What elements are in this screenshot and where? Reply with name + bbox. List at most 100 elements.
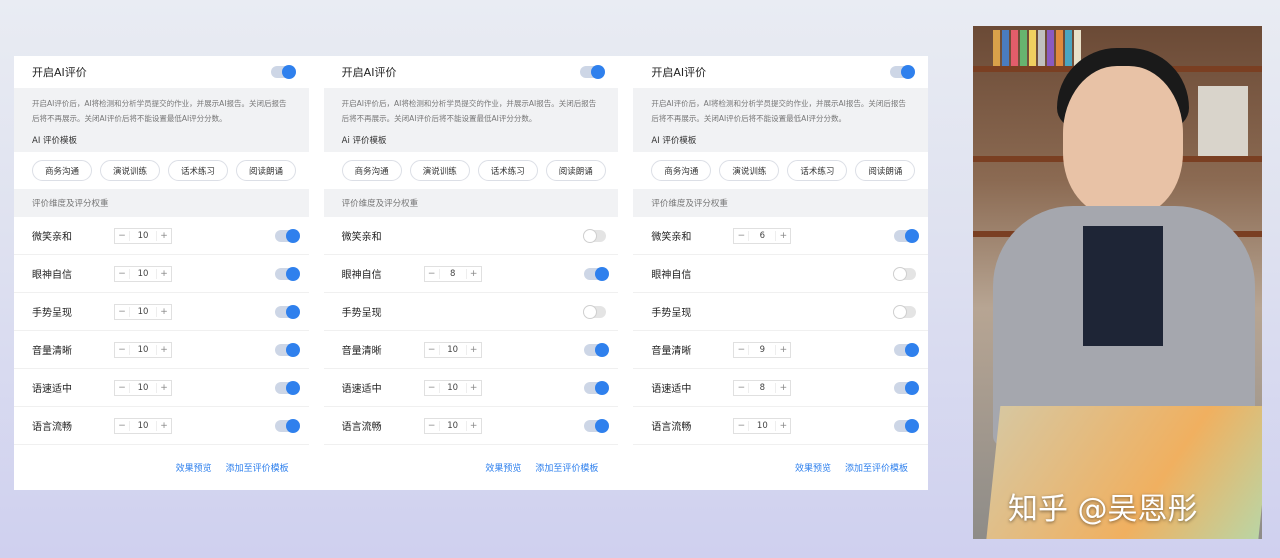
dimension-toggle[interactable]	[274, 342, 300, 357]
dimension-toggle[interactable]	[584, 380, 610, 395]
plus-button[interactable]: +	[467, 383, 481, 393]
minus-button[interactable]: −	[734, 231, 748, 241]
weight-stepper[interactable]: −10 +	[114, 417, 172, 434]
template-chip[interactable]: 演说训练	[409, 160, 470, 181]
weight-stepper[interactable]: −10 +	[423, 379, 482, 396]
weight-stepper[interactable]: −10 +	[423, 417, 482, 434]
weight-value[interactable]: 10	[129, 420, 157, 431]
ai-eval-toggle[interactable]	[890, 65, 916, 79]
template-chip[interactable]: 商务沟通	[32, 160, 93, 181]
template-chip[interactable]: 演说训练	[100, 160, 161, 181]
weight-value[interactable]: 10	[129, 230, 157, 241]
minus-button[interactable]: −	[115, 345, 129, 355]
weight-value[interactable]: 8	[438, 268, 467, 279]
minus-button[interactable]: −	[734, 383, 748, 393]
weight-value[interactable]: 10	[438, 420, 467, 431]
minus-button[interactable]: −	[425, 421, 439, 431]
weight-stepper[interactable]: −10 +	[114, 341, 172, 358]
weight-stepper[interactable]: −10 +	[733, 417, 792, 434]
dimension-toggle[interactable]	[274, 304, 300, 319]
dimension-toggle[interactable]	[584, 342, 610, 357]
ai-eval-toggle[interactable]	[270, 65, 296, 79]
weight-stepper[interactable]: −6 +	[733, 227, 792, 244]
template-chip[interactable]: 话术练习	[787, 160, 848, 181]
preview-link[interactable]: 效果预览	[176, 461, 212, 474]
dimension-row: 语言流畅 −10 +	[633, 407, 929, 445]
ai-eval-toggle[interactable]	[580, 65, 606, 79]
plus-button[interactable]: +	[157, 231, 171, 241]
weight-value[interactable]: 9	[748, 344, 777, 355]
dimension-toggle[interactable]	[894, 342, 920, 357]
plus-button[interactable]: +	[776, 421, 790, 431]
weight-value[interactable]: 10	[129, 268, 157, 279]
plus-button[interactable]: +	[157, 307, 171, 317]
plus-button[interactable]: +	[467, 421, 481, 431]
minus-button[interactable]: −	[425, 269, 439, 279]
template-chip[interactable]: 演说训练	[719, 160, 780, 181]
dimension-toggle[interactable]	[584, 266, 610, 281]
dimension-toggle[interactable]	[583, 228, 607, 243]
dimension-label: 语速适中	[651, 384, 692, 395]
minus-button[interactable]: −	[115, 383, 129, 393]
minus-button[interactable]: −	[734, 421, 748, 431]
dimension-toggle[interactable]	[893, 266, 917, 281]
weight-stepper[interactable]: −9 +	[733, 341, 792, 358]
plus-button[interactable]: +	[157, 383, 171, 393]
template-chip[interactable]: 话术练习	[168, 160, 229, 181]
weight-value[interactable]: 10	[129, 382, 157, 393]
jacket-inner	[1083, 226, 1163, 346]
weight-value[interactable]: 6	[748, 230, 777, 241]
template-chip[interactable]: 话术练习	[477, 160, 538, 181]
minus-button[interactable]: −	[734, 345, 748, 355]
plus-button[interactable]: +	[157, 345, 171, 355]
minus-button[interactable]: −	[115, 231, 129, 241]
plus-button[interactable]: +	[776, 231, 790, 241]
weight-stepper[interactable]: −8 +	[423, 265, 482, 282]
dimension-toggle[interactable]	[583, 304, 607, 319]
dimension-toggle[interactable]	[274, 380, 300, 395]
minus-button[interactable]: −	[115, 307, 129, 317]
weight-stepper[interactable]: −10 +	[114, 265, 172, 282]
template-chip[interactable]: 阅读朗诵	[236, 160, 297, 181]
dimension-toggle[interactable]	[894, 228, 920, 243]
panel-description: 开启AI评价后，AI将检测和分析学员提交的作业，并展示AI报告。关闭后报告后将不…	[14, 88, 309, 132]
plus-button[interactable]: +	[467, 269, 481, 279]
plus-button[interactable]: +	[157, 269, 171, 279]
weight-stepper[interactable]: −10 +	[114, 379, 172, 396]
dimension-toggle[interactable]	[584, 418, 610, 433]
template-chip[interactable]: 阅读朗诵	[545, 160, 606, 181]
minus-button[interactable]: −	[425, 383, 439, 393]
weight-value[interactable]: 10	[129, 344, 157, 355]
plus-button[interactable]: +	[776, 383, 790, 393]
weight-stepper[interactable]: −10 +	[114, 227, 172, 244]
weight-stepper[interactable]: −10 +	[114, 303, 172, 320]
preview-link[interactable]: 效果预览	[485, 461, 521, 474]
dimension-toggle[interactable]	[274, 266, 300, 281]
minus-button[interactable]: −	[425, 345, 439, 355]
template-section-title: AI 评价模板	[633, 132, 929, 152]
weight-value[interactable]: 10	[438, 344, 467, 355]
weight-stepper[interactable]: −10 +	[423, 341, 482, 358]
dimension-toggle[interactable]	[274, 228, 300, 243]
weight-value[interactable]: 10	[438, 382, 467, 393]
weight-value[interactable]: 10	[748, 420, 777, 431]
weight-value[interactable]: 10	[129, 306, 157, 317]
dimension-toggle[interactable]	[893, 304, 917, 319]
weight-stepper[interactable]: −8 +	[733, 379, 792, 396]
weight-value[interactable]: 8	[748, 382, 777, 393]
template-chip[interactable]: 商务沟通	[651, 160, 712, 181]
dimension-toggle[interactable]	[894, 418, 920, 433]
plus-button[interactable]: +	[467, 345, 481, 355]
template-chip[interactable]: 阅读朗诵	[855, 160, 916, 181]
plus-button[interactable]: +	[157, 421, 171, 431]
add-to-template-link[interactable]: 添加至评价模板	[845, 461, 908, 474]
minus-button[interactable]: −	[115, 421, 129, 431]
dimension-toggle[interactable]	[274, 418, 300, 433]
dimension-toggle[interactable]	[894, 380, 920, 395]
template-chip[interactable]: 商务沟通	[341, 160, 402, 181]
minus-button[interactable]: −	[115, 269, 129, 279]
preview-link[interactable]: 效果预览	[795, 461, 831, 474]
add-to-template-link[interactable]: 添加至评价模板	[226, 461, 289, 474]
add-to-template-link[interactable]: 添加至评价模板	[535, 461, 598, 474]
plus-button[interactable]: +	[776, 345, 790, 355]
